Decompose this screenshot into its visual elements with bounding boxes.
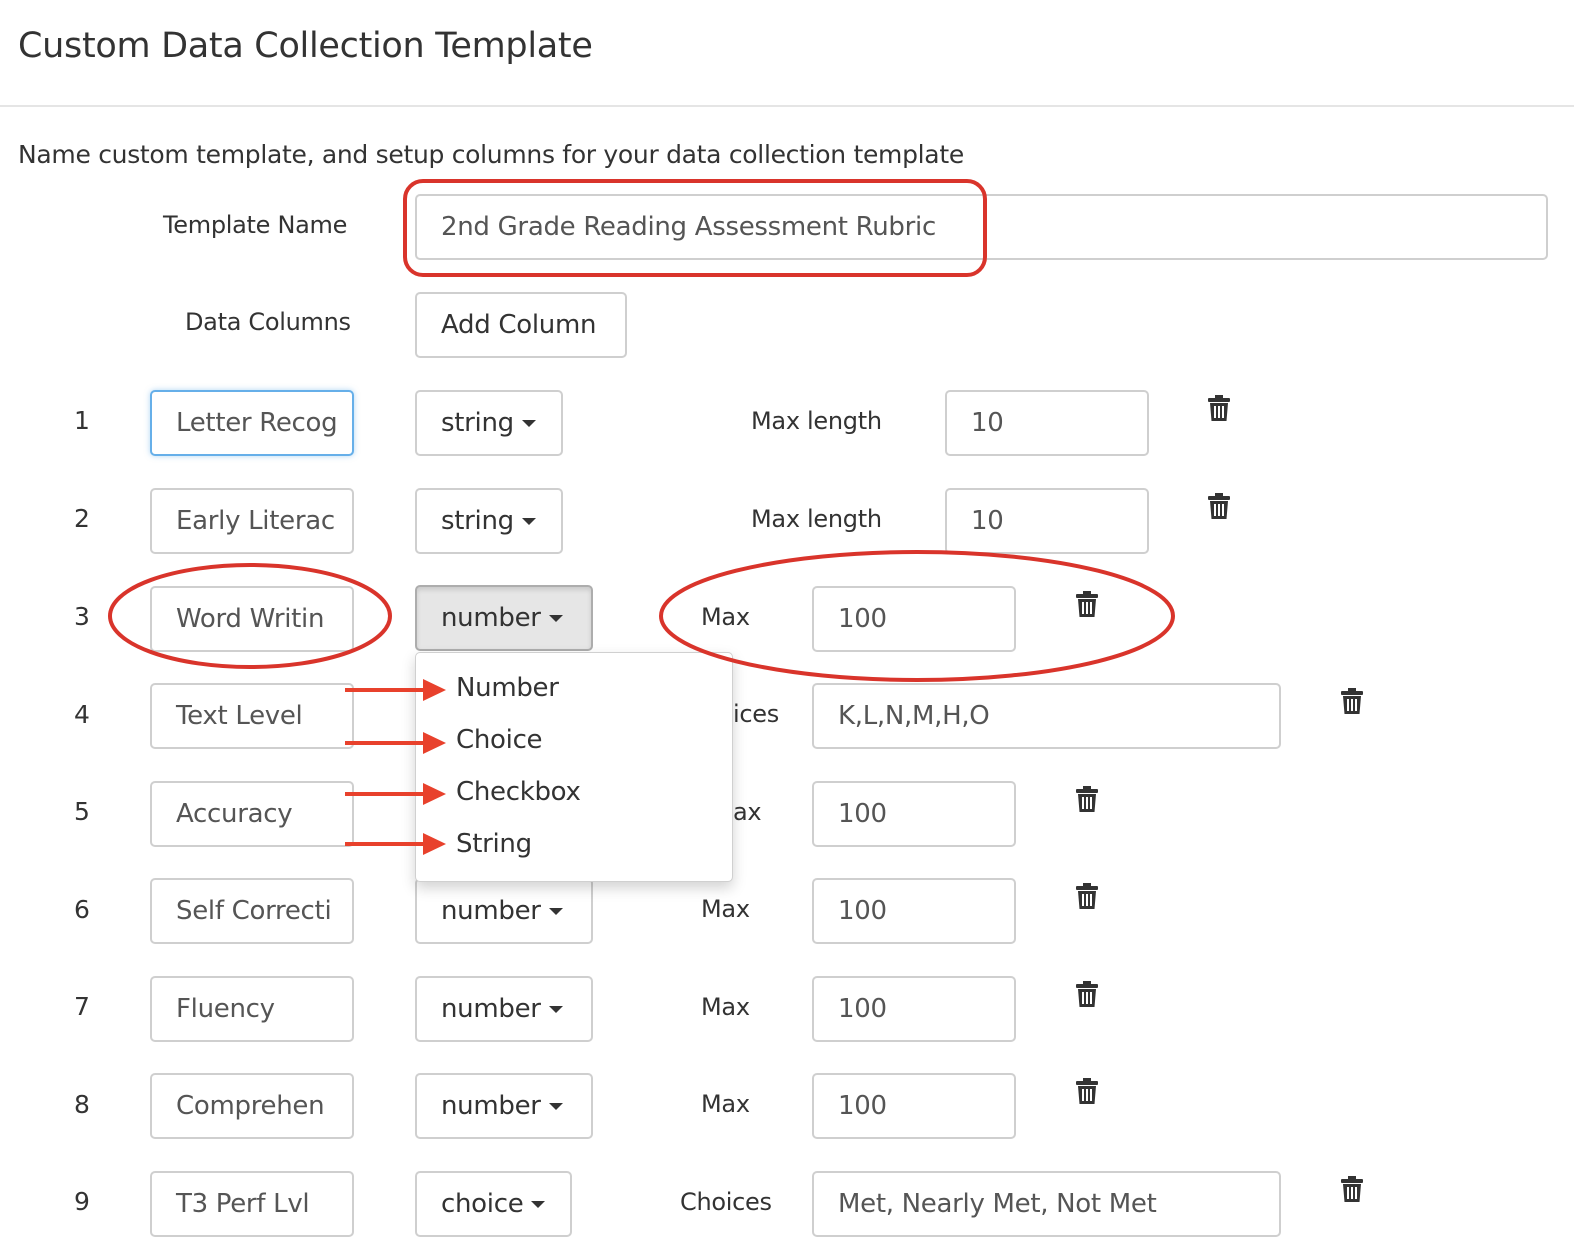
row-number: 8 (74, 1090, 90, 1119)
header-divider (0, 105, 1574, 107)
caret-down-icon (548, 1006, 563, 1013)
column-name-input[interactable]: Text Level (150, 683, 354, 749)
dropdown-option-number[interactable]: Number (456, 673, 559, 703)
column-name-input[interactable]: Self Correcti (150, 878, 354, 944)
caret-down-icon (548, 908, 563, 915)
column-name-input[interactable]: Word Writin (150, 586, 354, 652)
row-number: 5 (74, 797, 90, 826)
column-param-input[interactable]: 100 (812, 586, 1016, 652)
column-type-dropdown[interactable]: string (415, 488, 563, 554)
column-name-input[interactable]: Accuracy (150, 781, 354, 847)
row-number: 1 (74, 406, 90, 435)
column-type-dropdown[interactable]: choice (415, 1171, 572, 1237)
column-param-label: Max length (751, 505, 882, 533)
row-number: 3 (74, 602, 90, 631)
trash-icon[interactable] (1076, 786, 1098, 812)
trash-icon[interactable] (1208, 395, 1230, 421)
column-param-label: Choices (680, 1188, 772, 1216)
column-param-label: Max (701, 1090, 750, 1118)
trash-icon[interactable] (1076, 883, 1098, 909)
row-number: 4 (74, 700, 90, 729)
column-param-label: ices (733, 700, 779, 728)
column-param-input[interactable]: 100 (812, 878, 1016, 944)
column-param-input[interactable]: 100 (812, 1073, 1016, 1139)
row-number: 6 (74, 895, 90, 924)
dropdown-option-choice[interactable]: Choice (456, 725, 543, 755)
column-type-label: number (441, 603, 541, 633)
column-param-input[interactable]: K,L,N,M,H,O (812, 683, 1281, 749)
row-number: 2 (74, 504, 90, 533)
trash-icon[interactable] (1341, 1176, 1363, 1202)
trash-icon[interactable] (1208, 493, 1230, 519)
column-type-dropdown[interactable]: number (415, 878, 593, 944)
column-param-label: ax (733, 798, 762, 826)
column-param-input[interactable]: Met, Nearly Met, Not Met (812, 1171, 1281, 1237)
caret-down-icon (521, 518, 536, 525)
caret-down-icon (521, 420, 536, 427)
column-name-input[interactable]: Fluency (150, 976, 354, 1042)
data-columns-label: Data Columns (185, 308, 351, 336)
column-type-label: string (441, 506, 514, 536)
column-type-label: number (441, 994, 541, 1024)
column-name-input[interactable]: Comprehen (150, 1073, 354, 1139)
type-dropdown-menu: Number Choice Checkbox String (415, 652, 733, 882)
column-param-label: Max (701, 993, 750, 1021)
template-name-label: Template Name (163, 211, 348, 239)
column-param-input[interactable]: 100 (812, 976, 1016, 1042)
column-name-input[interactable]: T3 Perf Lvl (150, 1171, 354, 1237)
column-type-label: choice (441, 1189, 524, 1219)
trash-icon[interactable] (1341, 688, 1363, 714)
column-type-label: string (441, 408, 514, 438)
trash-icon[interactable] (1076, 1078, 1098, 1104)
column-name-input[interactable]: Early Literac (150, 488, 354, 554)
column-param-label: Max (701, 895, 750, 923)
caret-down-icon (531, 1201, 546, 1208)
column-param-input[interactable]: 10 (945, 390, 1149, 456)
caret-down-icon (548, 1103, 563, 1110)
page-title: Custom Data Collection Template (18, 26, 593, 66)
add-column-button[interactable]: Add Column (415, 292, 627, 358)
template-name-input[interactable]: 2nd Grade Reading Assessment Rubric (415, 194, 1548, 260)
column-type-dropdown[interactable]: number (415, 976, 593, 1042)
row-number: 7 (74, 992, 90, 1021)
column-type-dropdown[interactable]: string (415, 390, 563, 456)
trash-icon[interactable] (1076, 591, 1098, 617)
column-type-dropdown[interactable]: number (415, 1073, 593, 1139)
column-type-dropdown[interactable]: number (415, 585, 593, 651)
row-number: 9 (74, 1187, 90, 1216)
column-name-input[interactable]: Letter Recog (150, 390, 354, 456)
column-param-label: Max (701, 603, 750, 631)
column-param-label: Max length (751, 407, 882, 435)
column-param-input[interactable]: 10 (945, 488, 1149, 554)
column-param-input[interactable]: 100 (812, 781, 1016, 847)
column-type-label: number (441, 896, 541, 926)
dropdown-option-checkbox[interactable]: Checkbox (456, 777, 581, 807)
intro-text: Name custom template, and setup columns … (18, 140, 964, 169)
column-type-label: number (441, 1091, 541, 1121)
dropdown-option-string[interactable]: String (456, 829, 532, 859)
trash-icon[interactable] (1076, 981, 1098, 1007)
caret-down-icon (548, 615, 563, 622)
